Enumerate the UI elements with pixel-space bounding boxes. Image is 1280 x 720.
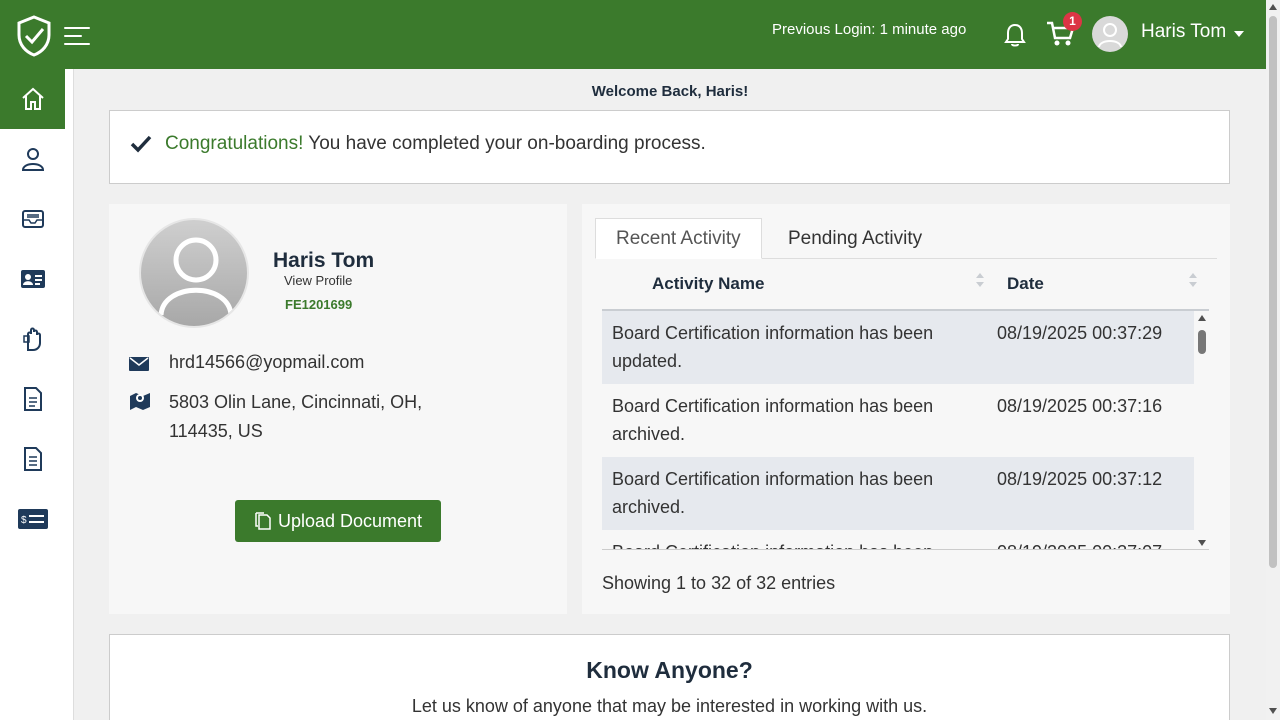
activity-date-cell: 08/19/2025 00:37:12 (997, 469, 1163, 489)
profile-address: 5803 Olin Lane, Cincinnati, OH, 114435, … (169, 392, 423, 441)
scroll-thumb[interactable] (1198, 330, 1206, 354)
sidebar-item-files[interactable] (0, 429, 65, 489)
activity-name-cell: Board Certification information has been… (612, 323, 934, 371)
home-icon (21, 87, 44, 110)
employee-id: FE1201699 (285, 297, 353, 312)
user-menu-name[interactable]: Haris Tom (1141, 21, 1226, 43)
svg-text:$: $ (21, 515, 27, 526)
know-anyone-subtitle: Let us know of anyone that may be intere… (411, 696, 928, 716)
know-anyone-card: Know Anyone? Let us know of anyone that … (109, 634, 1230, 720)
previous-login-text: Previous Login: 1 minute ago (772, 21, 967, 38)
scroll-down-arrow-icon[interactable] (1269, 708, 1277, 714)
envelope-icon (129, 357, 149, 371)
cart-count-badge: 1 (1063, 12, 1082, 31)
congrats-highlight: Congratulations! (165, 133, 304, 154)
profile-avatar (139, 218, 249, 328)
column-activity-name[interactable]: Activity Name (652, 274, 764, 294)
user-icon (21, 148, 44, 171)
id-card-icon (20, 270, 45, 288)
sidebar-item-inbox[interactable] (0, 189, 65, 249)
sidebar-item-home[interactable] (0, 69, 65, 129)
upload-document-label: Upload Document (277, 510, 423, 531)
sidebar: $ (0, 69, 74, 720)
activity-date-cell: 08/19/2025 00:37:16 (997, 396, 1163, 416)
scroll-up-arrow-icon[interactable] (1269, 4, 1277, 10)
onboarding-alert: Congratulations! You have completed your… (109, 110, 1230, 184)
activity-tabs: Recent Activity Pending Activity (595, 218, 1217, 259)
table-scrollbar[interactable] (1195, 311, 1209, 549)
table-row: Board Certification information has been… (602, 457, 1194, 530)
scroll-down-arrow-icon[interactable] (1198, 540, 1206, 546)
document-icon (23, 387, 42, 411)
chevron-down-icon[interactable] (1234, 31, 1244, 37)
tab-recent-activity[interactable]: Recent Activity (595, 218, 762, 259)
onboarding-message: Congratulations! You have completed your… (165, 133, 706, 155)
table-row: Board Certification information has been… (602, 530, 1194, 549)
activity-date-cell: 08/19/2025 00:37:29 (997, 323, 1163, 343)
column-date[interactable]: Date (1007, 274, 1044, 294)
scroll-up-arrow-icon[interactable] (1198, 315, 1206, 321)
activity-name-cell: Board Certification information has been… (612, 396, 934, 444)
sort-icon[interactable] (1189, 273, 1197, 291)
sidebar-item-requests[interactable] (0, 309, 65, 369)
table-entries-info: Showing 1 to 32 of 32 entries (602, 573, 836, 593)
avatar[interactable] (1092, 16, 1128, 52)
file-list-icon (23, 447, 42, 471)
sort-icon[interactable] (976, 273, 984, 291)
sidebar-item-payments[interactable]: $ (0, 489, 65, 549)
sidebar-item-documents[interactable] (0, 369, 65, 429)
activity-table-body[interactable]: Board Certification information has been… (602, 311, 1209, 550)
scroll-thumb[interactable] (1269, 16, 1277, 568)
hand-paper-icon (22, 327, 41, 351)
sidebar-item-id-card[interactable] (0, 249, 65, 309)
map-marker-icon (130, 393, 150, 410)
table-row: Board Certification information has been… (602, 384, 1194, 457)
inbox-icon (21, 210, 44, 228)
top-navbar: Previous Login: 1 minute ago 1 Haris Tom (0, 0, 1266, 69)
activity-table-header: Activity Name Date (602, 262, 1209, 311)
copy-document-icon (255, 512, 271, 530)
check-icon (130, 135, 152, 153)
table-row: Board Certification information has been… (602, 311, 1194, 384)
shield-check-logo-icon[interactable] (16, 15, 52, 57)
profile-name: Haris Tom (273, 249, 375, 272)
profile-card: Haris Tom View Profile FE1201699 hrd1456… (109, 204, 567, 614)
profile-email: hrd14566@yopmail.com (169, 352, 365, 372)
bell-icon[interactable] (1003, 22, 1027, 48)
congrats-text: You have completed your on-boarding proc… (303, 133, 706, 154)
upload-document-button[interactable]: Upload Document (235, 500, 441, 542)
view-profile-link[interactable]: View Profile (284, 273, 352, 288)
activity-card: Recent Activity Pending Activity Activit… (582, 204, 1230, 614)
menu-toggle-icon[interactable] (64, 27, 92, 49)
payment-card-icon: $ (17, 509, 48, 529)
activity-name-cell: Board Certification information has been (612, 538, 972, 549)
page-scrollbar[interactable] (1266, 0, 1280, 720)
tab-pending-activity[interactable]: Pending Activity (768, 218, 942, 259)
activity-date-cell: 08/19/2025 00:37:07 (997, 538, 1162, 549)
welcome-heading: Welcome Back, Haris! (591, 83, 749, 100)
activity-name-cell: Board Certification information has been… (612, 469, 934, 517)
know-anyone-title: Know Anyone? (586, 657, 753, 683)
sidebar-item-profile[interactable] (0, 129, 65, 189)
